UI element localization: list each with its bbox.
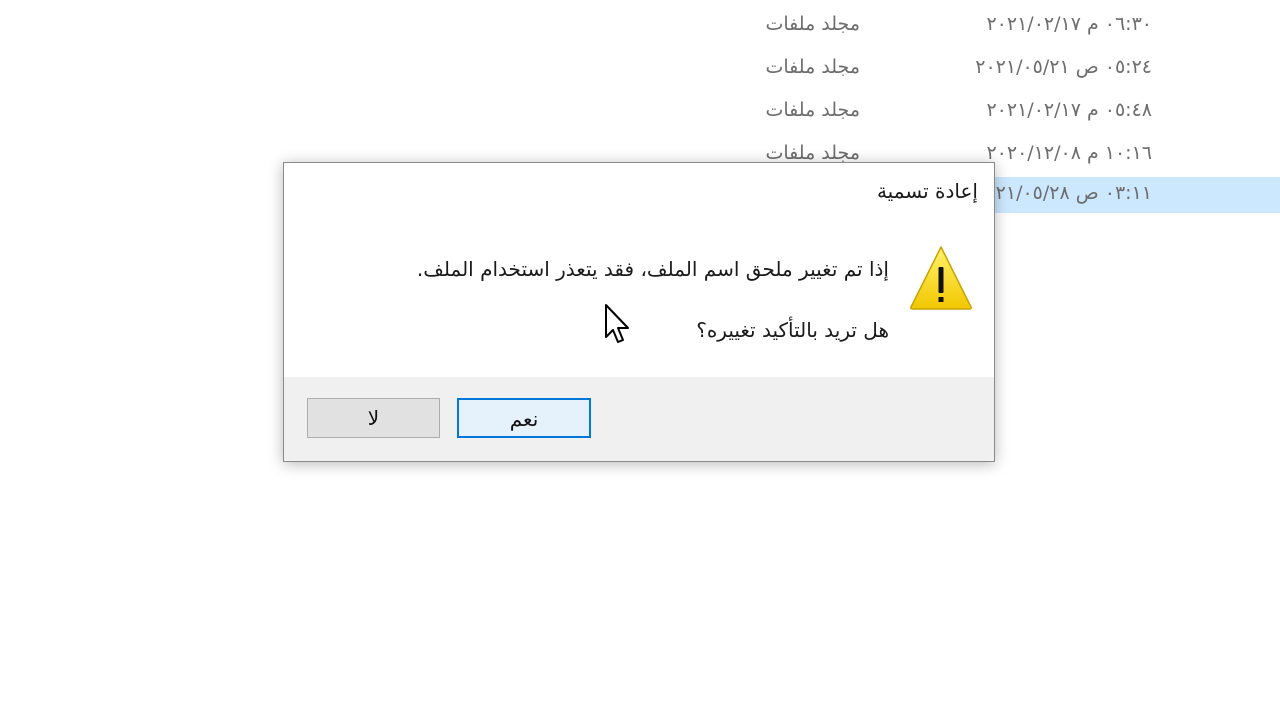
file-date: ٠٦:٣٠ م ٢٠٢١/٠٢/١٧ [986,13,1152,35]
mouse-cursor-icon [605,304,629,343]
file-type: مجلد ملفات [765,142,861,164]
file-date: ٠٣:١١ ص ٢٠٢١/٠٥/٢٨ [975,182,1152,204]
file-row-selected[interactable]: ٠٣:١١ ص ٢٠٢١/٠٥/٢٨ [975,177,1280,213]
file-date: ٠٥:٤٨ م ٢٠٢١/٠٢/١٧ [986,99,1152,121]
file-date: ١٠:١٦ م ٢٠٢٠/١٢/٠٨ [986,142,1152,164]
file-type: مجلد ملفات [765,56,861,78]
file-date: ٠٥:٢٤ ص ٢٠٢١/٠٥/٢١ [975,56,1152,78]
no-button[interactable]: لا [307,398,440,438]
rename-warning-dialog: إعادة تسمية إذا تم تغيير ملحق اسم الملف،… [283,162,995,462]
dialog-question: هل تريد بالتأكيد تغييره؟ [696,318,889,342]
dialog-title: إعادة تسمية [876,179,978,203]
file-row[interactable]: مجلد ملفات ٠٥:٤٨ م ٢٠٢١/٠٢/١٧ [700,94,1280,130]
warning-icon [910,246,972,310]
yes-button[interactable]: نعم [457,398,591,438]
file-row[interactable]: مجلد ملفات ٠٦:٣٠ م ٢٠٢١/٠٢/١٧ [700,8,1280,44]
dialog-button-bar: نعم لا [284,377,994,461]
dialog-message: إذا تم تغيير ملحق اسم الملف، فقد يتعذر ا… [416,257,889,281]
file-type: مجلد ملفات [765,99,861,121]
file-row[interactable]: مجلد ملفات ٠٥:٢٤ ص ٢٠٢١/٠٥/٢١ [700,51,1280,87]
file-type: مجلد ملفات [765,13,861,35]
